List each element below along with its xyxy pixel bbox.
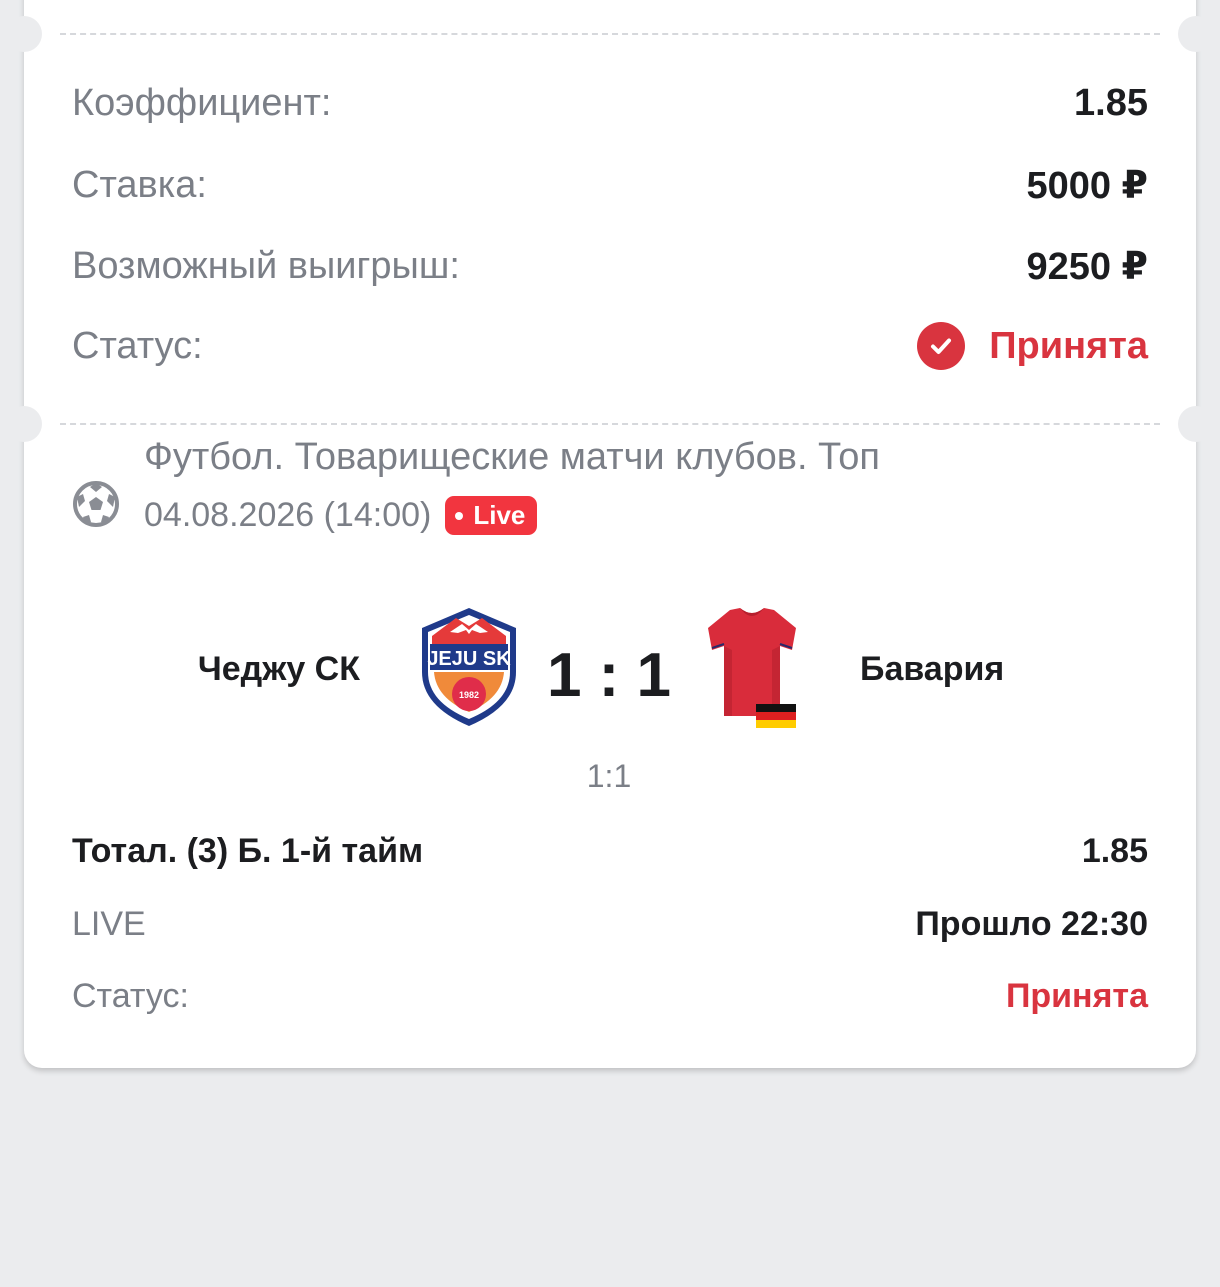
market-name: Тотал. (3) Б. 1-й тайм <box>72 832 424 870</box>
coefficient-value: 1.85 <box>1074 82 1148 124</box>
bet-status-row: Статус: Принята <box>72 977 1148 1016</box>
status-label: Статус: <box>72 324 203 367</box>
soccer-ball-icon <box>73 481 119 527</box>
ticket-notch-right <box>1178 406 1214 442</box>
half-time-score: 1:1 <box>586 758 632 794</box>
bet-status-label: Статус: <box>72 977 189 1015</box>
payout-value: 9250 ₽ <box>1026 246 1148 288</box>
ticket-notch-left <box>6 406 42 442</box>
ticket-notch-right <box>1178 16 1214 52</box>
live-dot-icon <box>455 511 464 520</box>
coefficient-label: Коэффициент: <box>72 82 332 124</box>
ticket-divider <box>60 423 1160 425</box>
match-score: 1 : 1 <box>546 641 672 710</box>
bet-status-value: Принята <box>1005 977 1148 1015</box>
home-team-name: Чеджу СК <box>197 650 360 688</box>
away-team-name: Бавария <box>860 650 1005 688</box>
bet-ticket-card: Коэффициент: 1.85 Ставка: 5000 ₽ Возможн… <box>6 0 1214 1068</box>
live-badge-label: Live <box>473 500 526 530</box>
status-indicator: Принята <box>917 322 1148 370</box>
live-badge: Live <box>445 496 538 535</box>
mode-label: LIVE <box>72 905 146 943</box>
market-row: Тотал. (3) Б. 1-й тайм 1.85 <box>72 832 1148 871</box>
stake-value: 5000 ₽ <box>1026 165 1148 207</box>
elapsed-time: Прошло 22:30 <box>915 905 1148 943</box>
status-value: Принята <box>989 324 1148 367</box>
live-time-row: LIVE Прошло 22:30 <box>72 905 1148 944</box>
event-datetime: 04.08.2026 (14:00) <box>144 496 432 534</box>
check-circle-icon <box>917 322 966 370</box>
ticket-notch-left <box>6 16 42 52</box>
germany-flag-icon <box>756 704 796 728</box>
league-title: Футбол. Товарищеские матчи клубов. Топ <box>144 436 881 478</box>
payout-label: Возможный выигрыш: <box>72 245 460 287</box>
away-team-jersey-icon <box>708 608 796 728</box>
payout-row: Возможный выигрыш: 9250 ₽ <box>72 244 1148 289</box>
stake-row: Ставка: 5000 ₽ <box>72 163 1148 208</box>
home-logo-year: 1982 <box>459 690 479 700</box>
home-logo-text: JEJU SK <box>427 648 511 670</box>
coefficient-row: Коэффициент: 1.85 <box>72 82 1148 125</box>
stake-label: Ставка: <box>72 164 207 206</box>
status-row: Статус: Принята <box>72 322 1148 370</box>
event-date-line: 04.08.2026 (14:00) Live <box>144 496 538 535</box>
market-odds: 1.85 <box>1081 832 1148 870</box>
home-team-logo: JEJU SK 1982 <box>422 608 516 726</box>
ticket-divider <box>60 33 1160 35</box>
